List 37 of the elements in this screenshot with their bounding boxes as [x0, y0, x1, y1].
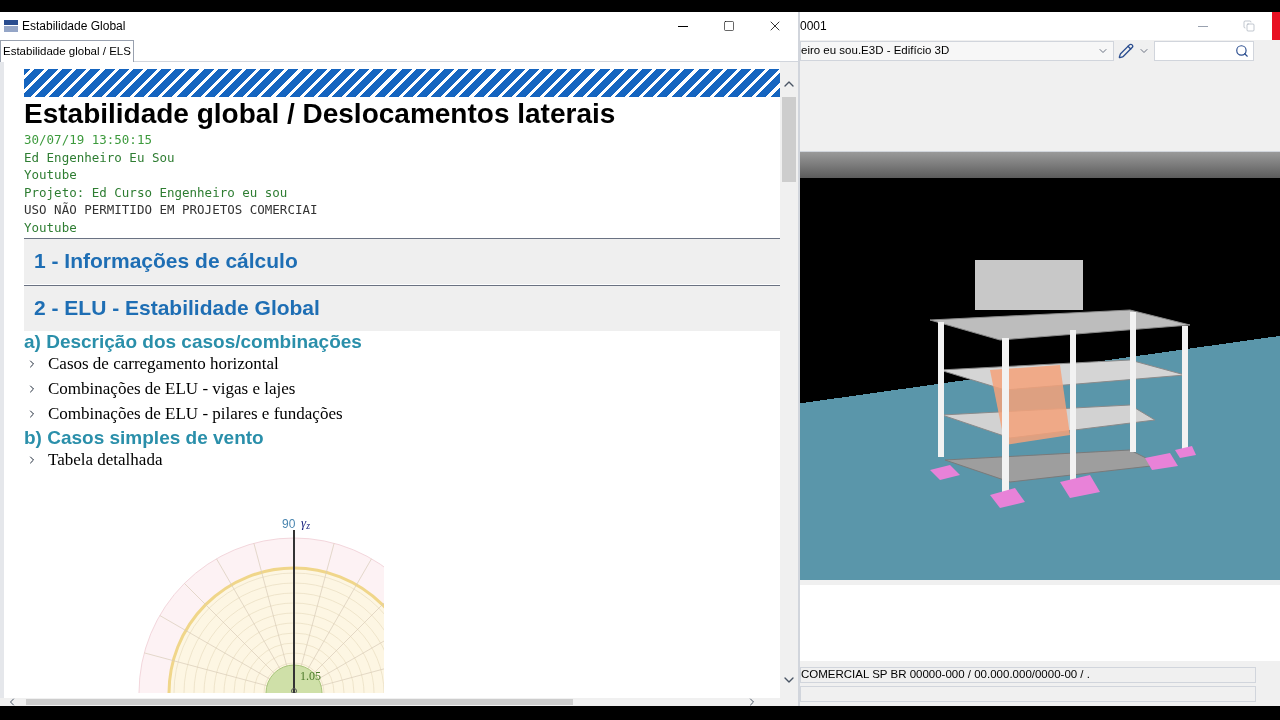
tab[interactable]: Estabilidade global / ELS — [0, 40, 134, 62]
collapsible-item[interactable]: Tabela detalhada — [24, 447, 163, 473]
pencil-icon[interactable] — [1118, 43, 1134, 59]
report-title: Estabilidade global / Deslocamentos laterais — [24, 97, 617, 131]
search-icon — [1235, 44, 1249, 58]
subsection-title: a) Descrição dos casos/combinações — [24, 330, 362, 352]
scrollbar-thumb[interactable] — [782, 97, 796, 182]
info-line: Youtube — [24, 166, 77, 184]
model-select[interactable]: eiro eu sou.E3D - Edifício 3D — [800, 41, 1114, 61]
window-title: Estabilidade Global — [22, 18, 126, 35]
app-logo-icon — [4, 20, 18, 32]
search-field[interactable] — [1154, 41, 1254, 61]
subsection-title: b) Casos simples de vento — [24, 426, 264, 448]
section-header[interactable]: 2 - ELU - Estabilidade Global — [24, 284, 780, 331]
scrollbar-thumb[interactable] — [26, 699, 573, 705]
angle-label: 90 — [282, 517, 296, 530]
axis-label: γ$_{z}$ — [301, 517, 310, 529]
section-title: 2 - ELU - Estabilidade Global — [34, 295, 320, 322]
status-field: COMERCIAL SP BR 00000-000 / 00.000.000/0000-00 / . — [800, 667, 1256, 683]
info-line: Ed Engenheiro Eu Sou — [24, 148, 175, 167]
info-line: 30/07/19 13:50:15 — [24, 131, 152, 149]
vertical-scrollbar[interactable] — [780, 62, 798, 698]
section-header[interactable]: 1 - Informações de cálculo — [24, 237, 780, 284]
info-line: Youtube — [24, 218, 77, 237]
horizontal-scrollbar[interactable] — [0, 698, 798, 706]
section-title: 1 - Informações de cálculo — [34, 248, 298, 275]
collapsible-item[interactable]: Combinações de ELU - pilares e fundações — [24, 401, 343, 427]
collapsible-item[interactable]: Combinações de ELU - vigas e lajes — [24, 376, 296, 402]
info-line: Projeto: Ed Curso Engenheiro eu sou — [24, 183, 288, 202]
maximize-icon — [723, 20, 735, 32]
minimize-icon — [678, 25, 688, 27]
minimize-icon — [1198, 25, 1208, 27]
info-line: USO NÃO PERMITIDO EM PROJETOS COMERCIAI — [24, 201, 318, 219]
window-title: 0001 — [800, 18, 827, 35]
restore-icon — [1243, 20, 1255, 32]
collapsible-item[interactable]: Casos de carregamento horizontal — [24, 351, 279, 377]
value-label: 1.05 — [300, 669, 321, 682]
